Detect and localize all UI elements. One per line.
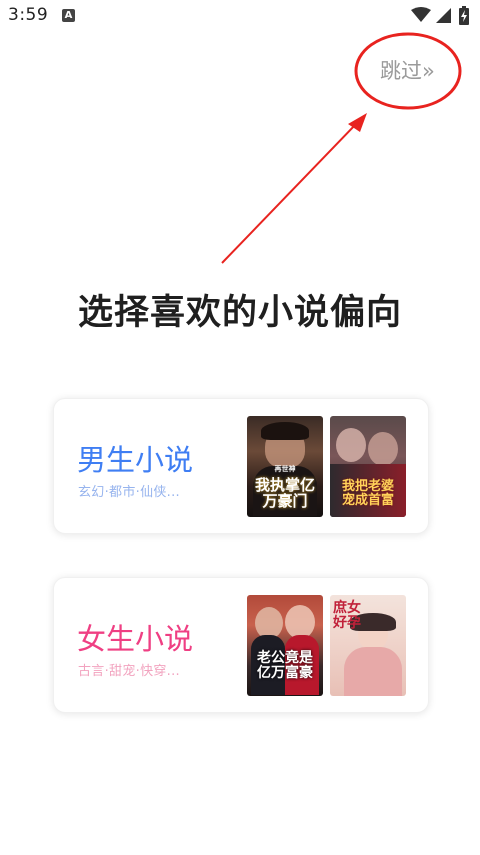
- book-cover-title: 庶女好孕: [333, 600, 361, 632]
- book-cover-badge: 再世神: [274, 465, 296, 473]
- book-cover-title: 老公竟是亿万富豪: [257, 650, 313, 681]
- book-cover-title: 我把老婆宠成首富: [341, 479, 394, 508]
- book-cover: 庶女好孕: [330, 595, 406, 696]
- category-title: 男生小说: [77, 443, 194, 477]
- annotation-overlay: [221, 32, 462, 264]
- category-subtitle: 玄幻·都市·仙侠...: [78, 485, 180, 500]
- category-card-male[interactable]: 男生小说 玄幻·都市·仙侠... 再世神 我执掌亿万豪门 我把老婆宠成首富: [53, 398, 429, 534]
- page-title: 选择喜欢的小说偏向: [77, 293, 402, 333]
- book-cover: 再世神 我执掌亿万豪门: [247, 416, 323, 517]
- annotation-arrow-line: [221, 122, 358, 264]
- book-cover: 我把老婆宠成首富: [330, 416, 406, 517]
- annotation-circle: [354, 32, 462, 110]
- category-subtitle: 古言·甜宠·快穿...: [78, 664, 180, 679]
- category-title: 女生小说: [77, 622, 194, 656]
- book-cover-title: 我执掌亿万豪门: [254, 476, 315, 510]
- category-card-female[interactable]: 女生小说 古言·甜宠·快穿... 老公竟是亿万富豪 庶女好孕: [53, 577, 429, 713]
- book-cover: 老公竟是亿万富豪: [247, 595, 323, 696]
